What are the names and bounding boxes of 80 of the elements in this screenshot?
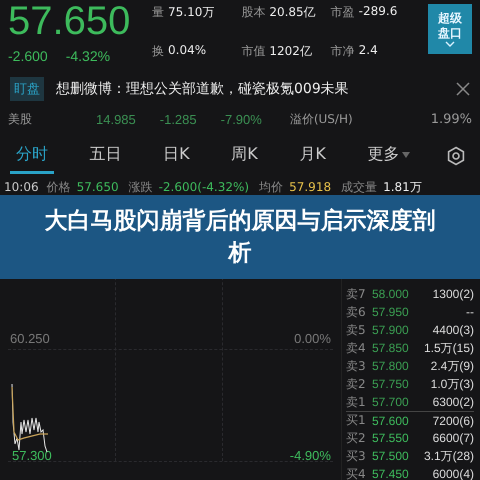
stat-value: 20.85亿 [269,4,316,21]
stat-label: 市净 [330,43,355,60]
axis-label: 57.300 [12,448,52,463]
super-order-book-button[interactable]: 超级 盘口 [428,4,472,54]
stat-label: 股本 [241,4,266,21]
info-value: 57.918 [289,180,332,194]
stock-price: 57.650 [8,0,132,42]
order-level-label: 买3 [346,448,367,464]
stat-value: 0.04% [168,43,206,59]
stat-value: -289.6 [358,4,398,20]
axis-label: 0.00% [294,331,331,346]
chevron-down-icon [445,41,455,47]
stat-value: 1202亿 [269,43,312,60]
article-title: 大白马股闪崩背后的原因与启示深度剖析 [44,207,436,268]
chart-tab[interactable]: 分时 [10,138,54,174]
order-level-label: 买1 [346,412,367,429]
info-label: 涨跌 [128,178,153,196]
us-stock-value: -7.90% [220,112,262,126]
order-volume: 1.0万(3) [430,376,474,392]
info-value: 57.650 [76,180,119,194]
order-price: 57.900 [372,323,410,337]
order-price: 57.800 [372,359,410,373]
stat-label: 市盈 [330,4,355,21]
order-level-label: 卖3 [346,358,367,374]
chart-tab[interactable]: 五日 [84,138,128,174]
news-headline[interactable]: 想删微博：理想公关部道歉，碰瓷极氪009未果 [56,80,444,98]
percent-change: -4.32% [66,48,110,64]
settings-icon[interactable] [446,146,466,166]
order-level-label: 卖4 [346,340,367,356]
close-icon[interactable] [456,82,470,96]
watch-tag[interactable]: 盯盘 [10,77,44,101]
stat-value: 75.10万 [168,4,214,21]
time-label: 10:06 [4,180,39,194]
order-volume: 3.1万(28) [424,448,474,464]
us-stock-value: -1.285 [160,112,197,126]
order-price: 57.750 [372,377,410,391]
order-volume: -- [465,305,474,319]
order-volume: 1300(2) [432,287,474,301]
stat-label: 量 [152,4,164,21]
order-price: 57.550 [372,431,410,445]
info-value: 1.81万 [383,178,422,196]
us-stock-value: 14.985 [96,112,136,126]
order-volume: 1.5万(15) [424,340,474,356]
order-price: 57.850 [372,341,410,355]
axis-label: 60.250 [10,331,50,346]
axis-label: -4.90% [290,448,331,463]
info-label: 成交量 [341,178,378,196]
chart-tab[interactable]: 更多 [361,138,416,174]
info-label: 均价 [259,178,284,196]
premium-label: 溢价(US/H) [290,110,354,128]
price-change: -2.600 [8,48,48,64]
order-price: 57.450 [372,467,410,480]
order-price: 57.500 [372,449,410,463]
order-level-label: 买2 [346,430,367,446]
order-level-label: 买4 [346,466,367,480]
order-volume: 7200(6) [432,414,474,428]
chart-tab[interactable]: 月K [293,138,332,174]
order-level-label: 卖5 [346,322,367,338]
stat-label: 换 [152,43,164,60]
us-stock-label: 美股 [8,110,33,128]
order-price: 58.000 [372,287,410,301]
chart-tab[interactable]: 日K [157,138,196,174]
order-price: 57.950 [372,305,410,319]
info-value: -2.600(-4.32%) [158,180,250,194]
info-label: 价格 [46,178,71,196]
order-level-label: 卖1 [346,394,367,410]
order-level-label: 卖6 [346,304,367,320]
order-price: 57.700 [372,395,410,409]
order-level-label: 卖2 [346,376,367,392]
stat-label: 市值 [241,43,266,60]
chart-tab[interactable]: 周K [225,138,264,174]
order-volume: 6300(2) [432,395,474,409]
dropdown-icon [402,152,410,158]
order-volume: 6600(7) [432,431,474,445]
order-volume: 2.4万(9) [430,358,474,374]
order-level-label: 卖7 [346,286,367,302]
premium-value: 1.99% [430,112,472,126]
order-volume: 4400(3) [432,323,474,337]
order-price: 57.600 [372,414,410,428]
stat-value: 2.4 [358,43,378,59]
